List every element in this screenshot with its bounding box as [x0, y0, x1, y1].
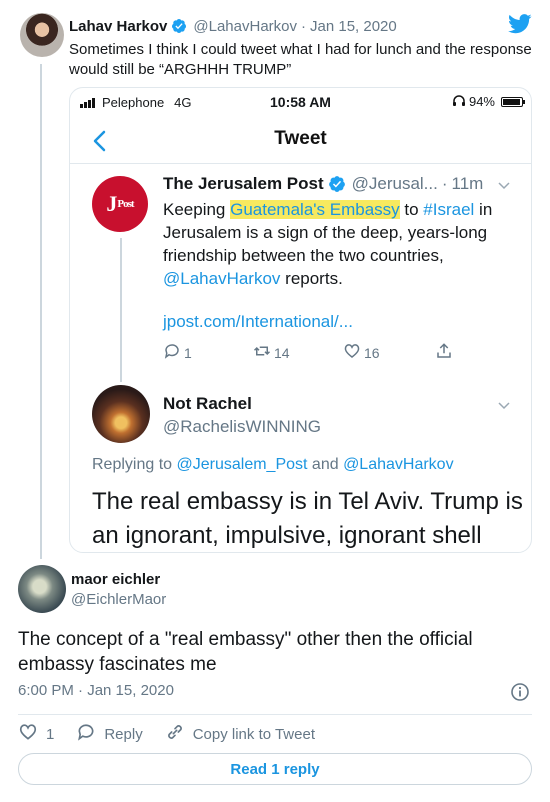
- quoted-text-part: Keeping: [163, 200, 231, 219]
- share-action: [435, 342, 453, 363]
- thread-connector-line: [40, 64, 42, 559]
- copy-link-button[interactable]: Copy link to Tweet: [165, 722, 315, 746]
- battery-percent: 94%: [468, 94, 495, 109]
- chevron-down-icon: [497, 398, 511, 412]
- separator-dot: ·: [301, 17, 306, 35]
- reply-tweet-text: The real embassy is in Tel Aviv. Trump i…: [92, 488, 523, 549]
- twitter-bird-icon[interactable]: [508, 14, 532, 34]
- retweet-count: 14: [274, 344, 290, 361]
- phone-status-bar: Pelephone 4G 10:58 AM 94%: [70, 88, 531, 118]
- info-icon[interactable]: [510, 682, 530, 702]
- tweet-text: Sometimes I think I could tweet what I h…: [69, 41, 532, 78]
- quoted-author-name: The Jerusalem Post: [163, 174, 324, 193]
- quoted-tweet-age: 11m: [451, 174, 484, 193]
- reply-timestamp[interactable]: 6:00 PM · Jan 15, 2020: [18, 682, 174, 699]
- heart-icon: [343, 342, 361, 363]
- like-count: 16: [364, 344, 380, 361]
- replying-prefix: Replying to: [92, 456, 177, 473]
- reply-icon: [163, 342, 181, 363]
- reply-text: The concept of a "real embassy" other th…: [18, 629, 473, 675]
- reply-author-handle[interactable]: @EichlerMaor: [71, 591, 166, 608]
- mention-link: @LahavHarkov: [163, 269, 281, 288]
- tweet-header: Lahav Harkov @LahavHarkov · Jan 15, 2020: [69, 16, 397, 36]
- reply-label: Reply: [104, 725, 143, 743]
- tweet-nav-bar: Tweet: [70, 118, 531, 164]
- quoted-author-handle: @Jerusal...: [351, 174, 438, 193]
- mention-link: @LahavHarkov: [343, 456, 454, 473]
- nav-title: Tweet: [274, 128, 327, 149]
- tweet-date[interactable]: Jan 15, 2020: [310, 18, 397, 35]
- share-icon: [435, 342, 453, 363]
- separator-dot: ·: [441, 174, 448, 193]
- reply-count: 1: [184, 344, 192, 361]
- reply-button[interactable]: Reply: [76, 722, 143, 746]
- reply-icon: [76, 722, 96, 746]
- like-action: 16: [343, 342, 380, 363]
- tweet-card: Lahav Harkov @LahavHarkov · Jan 15, 2020…: [0, 0, 550, 802]
- quoted-tweet-actions: 1 14 16: [163, 342, 463, 364]
- author-handle[interactable]: @LahavHarkov: [193, 18, 297, 35]
- divider: [18, 714, 532, 715]
- reply-avatar[interactable]: [18, 565, 66, 613]
- reply-author-avatar: [92, 385, 150, 443]
- quoted-tweet-header: The Jerusalem Post @Jerusal... · 11m: [163, 174, 483, 194]
- attached-screenshot-image[interactable]: Pelephone 4G 10:58 AM 94% Tweet J Post Th…: [69, 87, 532, 553]
- copy-link-label: Copy link to Tweet: [192, 725, 315, 743]
- verified-badge-icon: [328, 175, 346, 193]
- quoted-text-part: to: [399, 200, 424, 219]
- reply-action: 1: [163, 342, 192, 363]
- author-avatar[interactable]: [20, 13, 64, 57]
- quoted-tweet-text: Keeping Guatemala's Embassy to #Israel i…: [163, 198, 518, 290]
- reply-author-handle: @RachelisWINNING: [163, 417, 321, 436]
- hashtag-link: #Israel: [423, 200, 475, 219]
- chevron-down-icon: [497, 178, 511, 192]
- retweet-action: 14: [253, 342, 290, 363]
- retweet-icon: [253, 342, 271, 363]
- quoted-text-part: reports.: [280, 269, 343, 288]
- author-name[interactable]: Lahav Harkov: [69, 18, 167, 35]
- verified-badge-icon: [171, 18, 187, 34]
- reply-author-name: Not Rachel: [163, 394, 252, 413]
- reply-action-bar: 1 Reply Copy link to Tweet: [18, 722, 337, 746]
- replying-conjunction: and: [307, 456, 344, 473]
- read-replies-button[interactable]: Read 1 reply: [18, 753, 532, 785]
- like-count: 1: [46, 725, 55, 743]
- jerusalem-post-logo: J Post: [92, 176, 148, 232]
- battery-icon: [501, 96, 525, 107]
- mention-link: @Jerusalem_Post: [176, 456, 308, 473]
- reply-author-name[interactable]: maor eichler: [71, 571, 160, 588]
- heart-icon: [18, 722, 38, 746]
- inner-thread-line: [120, 238, 122, 382]
- link-icon: [165, 722, 185, 746]
- headphones-icon: [452, 94, 465, 109]
- article-link: jpost.com/International/...: [163, 312, 353, 331]
- replying-to-line: Replying to @Jerusalem_Post and @LahavHa…: [92, 456, 454, 474]
- like-button[interactable]: 1: [18, 722, 54, 746]
- highlighted-phrase: Guatemala's Embassy: [230, 200, 400, 219]
